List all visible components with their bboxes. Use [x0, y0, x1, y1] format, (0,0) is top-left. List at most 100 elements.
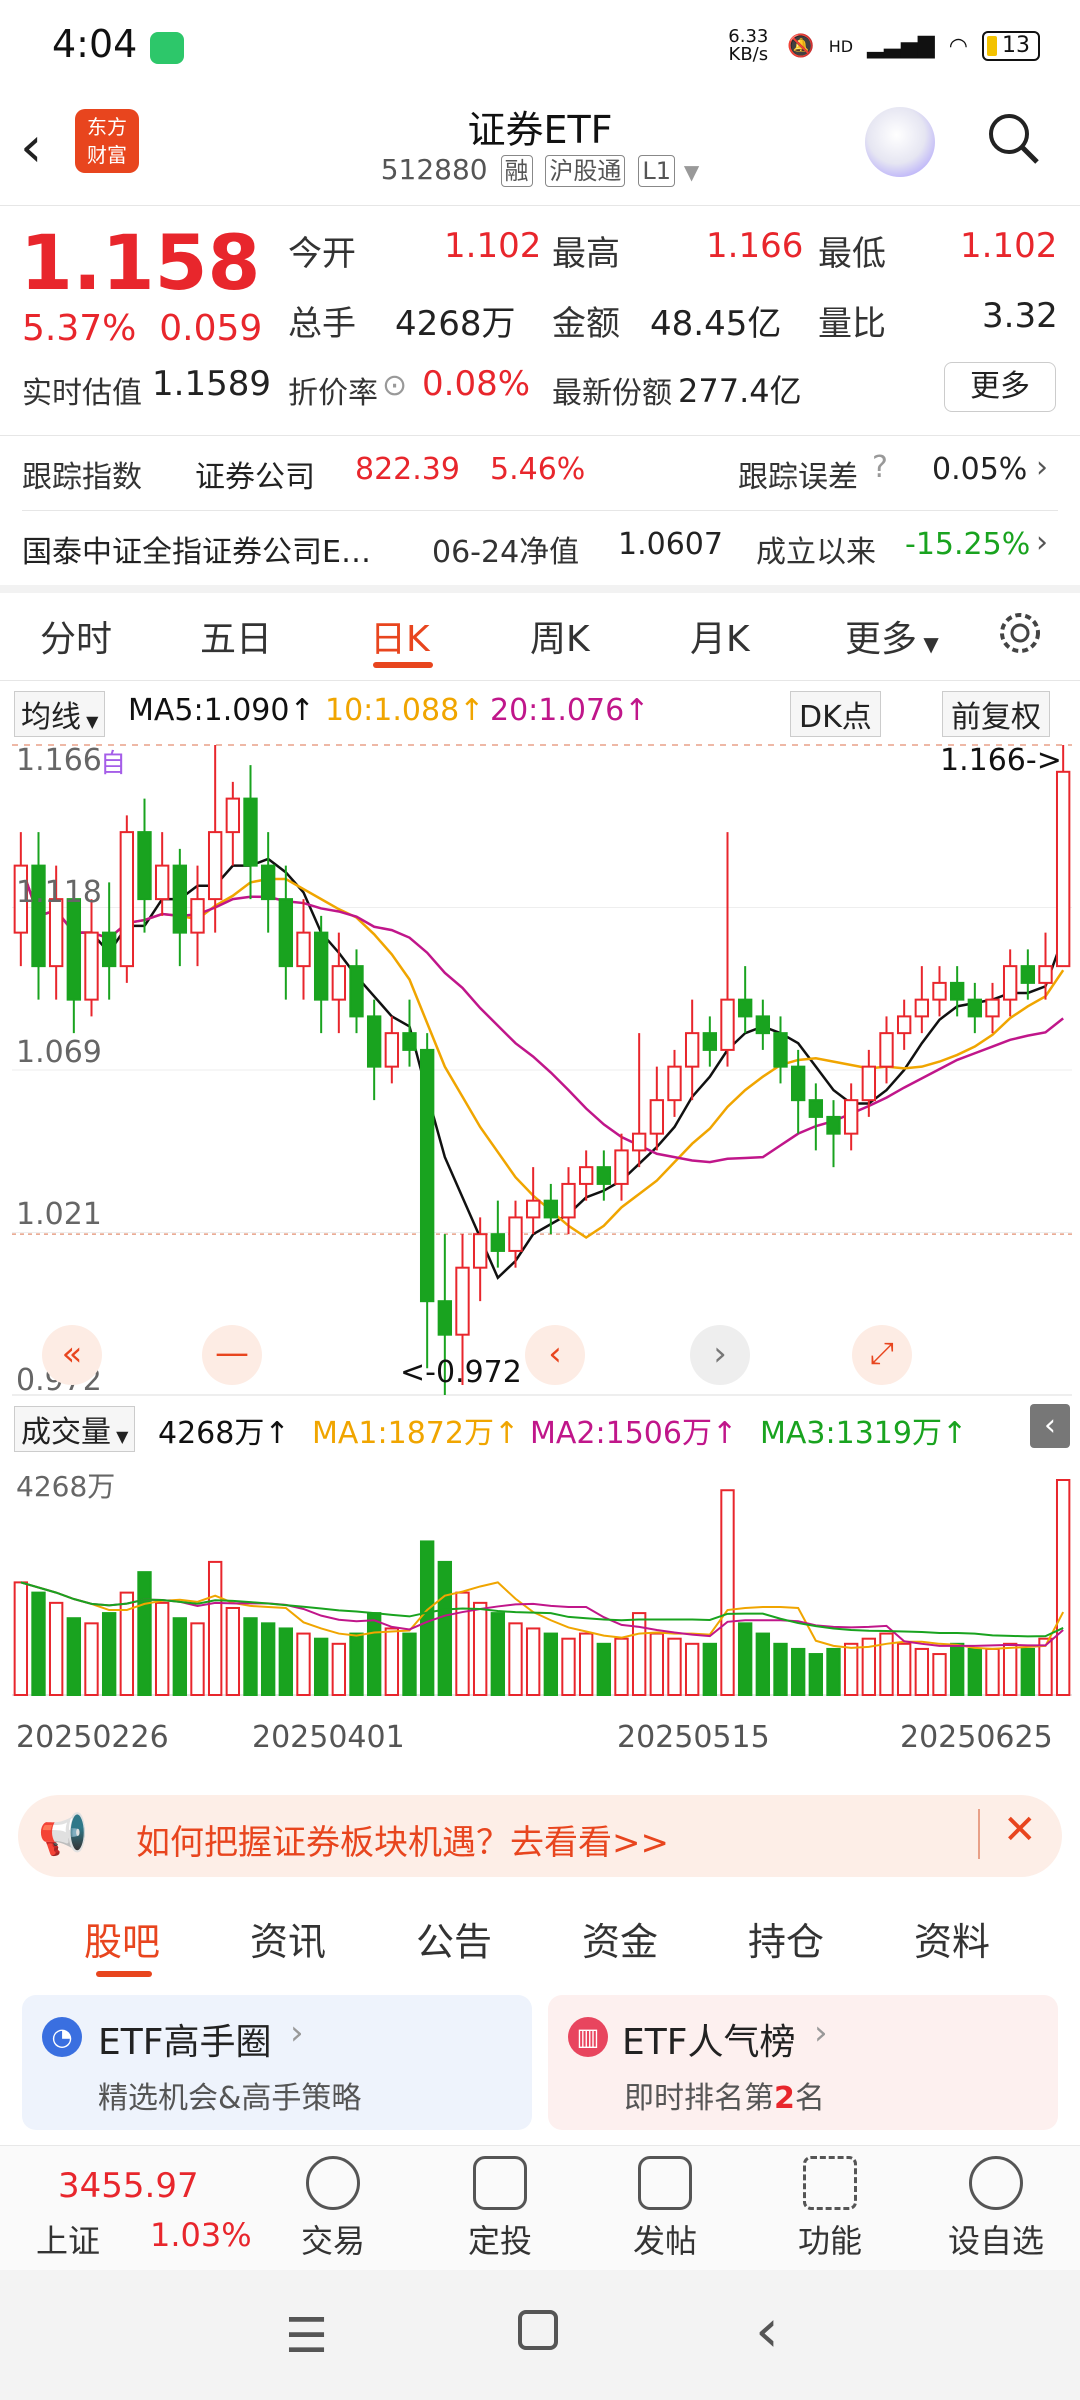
etf-expert-card[interactable]: ◔ ETF高手圈 › 精选机会&高手策略 — [22, 1995, 532, 2130]
volume-bar — [702, 1642, 718, 1696]
tab-profile[interactable]: 资料 — [914, 1911, 990, 1966]
tab-news[interactable]: 资讯 — [250, 1911, 326, 1966]
card-desc: 精选机会&高手策略 — [98, 2081, 362, 2116]
tab-more[interactable]: 更多 ▼ — [845, 610, 939, 662]
fast-back-icon[interactable]: « — [42, 1325, 102, 1385]
nav-invest-plan[interactable]: 定投 — [450, 2156, 550, 2262]
expand-icon[interactable]: ⤢ — [852, 1325, 912, 1385]
candle-body — [225, 797, 241, 834]
kline-chart-area[interactable]: 1.166 自 1.118 1.069 1.021 0.972 1.166-> … — [0, 735, 1080, 1775]
next-icon[interactable]: › — [690, 1325, 750, 1385]
candle-body — [172, 864, 188, 934]
volume-bar — [737, 1622, 753, 1696]
ma-selector-label: 均线 — [21, 700, 81, 735]
period-tabs: 分时 五日 日K 周K 月K 更多 ▼ — [0, 590, 1080, 680]
nav-trade[interactable]: 交易 — [283, 2156, 383, 2262]
candle-body — [472, 1233, 488, 1269]
help-icon[interactable]: ? — [872, 450, 888, 485]
candle-body — [313, 931, 329, 1001]
candle-body — [384, 1032, 400, 1068]
candle-body — [932, 981, 947, 1001]
volume-value-label: 4268万↑ — [158, 1416, 290, 1451]
change-pct: 5.37% — [22, 308, 137, 349]
wechat-icon — [150, 32, 184, 64]
home-icon[interactable] — [518, 2310, 558, 2350]
status-bar: 4:04 6.33 KB/s 🔕 HD ▂▃▅▇ ◠ 13 — [0, 0, 1080, 95]
nav-post[interactable]: 发帖 — [615, 2156, 715, 2262]
close-icon[interactable]: ✕ — [1003, 1807, 1037, 1853]
nav-add-watchlist[interactable]: 设自选 — [946, 2156, 1046, 2262]
candle-body — [896, 1015, 912, 1035]
candle-body — [949, 981, 965, 1001]
tab-forum[interactable]: 股吧 — [84, 1911, 160, 1966]
tab-daily-k[interactable]: 日K — [370, 610, 430, 662]
volume-bar — [243, 1617, 258, 1697]
tab-five-day[interactable]: 五日 — [200, 610, 272, 662]
promo-banner[interactable]: 📢 如何把握证券板块机遇？去看看>> ✕ — [18, 1795, 1062, 1877]
tab-funds[interactable]: 资金 — [582, 1911, 658, 1966]
index-name: 上证 — [36, 2222, 101, 2260]
gear-icon[interactable] — [995, 608, 1045, 658]
volume-bar — [561, 1637, 576, 1697]
volume-bar — [260, 1622, 276, 1696]
tab-weekly-k[interactable]: 周K — [530, 610, 590, 662]
volume-bar — [1020, 1647, 1036, 1697]
dk-point-button[interactable]: DK点 — [790, 691, 881, 737]
kline-chart[interactable] — [0, 735, 1080, 1775]
volume-value: 4268万 — [395, 304, 516, 344]
adjust-button[interactable]: 前复权 — [942, 691, 1050, 737]
prev-icon[interactable]: ‹ — [525, 1325, 585, 1385]
open-label: 今开 — [288, 234, 356, 274]
promo-text[interactable]: 如何把握证券板块机遇？去看看>> — [136, 1815, 669, 1864]
candle-body — [967, 998, 983, 1018]
tab-monthly-k[interactable]: 月K — [690, 610, 750, 662]
search-icon[interactable] — [985, 110, 1041, 166]
volume-bar — [684, 1642, 700, 1696]
candle-body — [755, 1015, 771, 1035]
volume-selector[interactable]: 成交量 ▼ — [14, 1406, 136, 1452]
tab-intraday[interactable]: 分时 — [40, 610, 112, 662]
tab-holdings[interactable]: 持仓 — [748, 1911, 824, 1966]
tracking-row[interactable]: 跟踪指数 证券公司 822.39 5.46% 跟踪误差 ? 0.05% › — [0, 440, 1080, 510]
tab-announcements[interactable]: 公告 — [416, 1911, 492, 1966]
volume-bar — [985, 1647, 1000, 1697]
volume-bar — [490, 1612, 506, 1696]
etf-popularity-card[interactable]: ▥ ETF人气榜 › 即时排名第2名 — [548, 1995, 1058, 2130]
candle-body — [649, 1099, 665, 1135]
since-label: 成立以来 — [756, 535, 876, 570]
volume-bar — [31, 1591, 46, 1696]
more-dots-icon — [969, 2156, 1023, 2210]
self-select-tag: 自 — [100, 749, 127, 779]
menu-icon[interactable]: ☰ — [285, 2308, 328, 2364]
more-button[interactable]: 更多 — [944, 362, 1056, 412]
candle-body — [561, 1182, 576, 1219]
back-nav-icon[interactable]: ‹ — [755, 2296, 779, 2366]
fund-row[interactable]: 国泰中证全指证券公司E… 06-24净值 1.0607 成立以来 -15.25%… — [0, 515, 1080, 585]
collapse-icon[interactable]: ‹ — [1030, 1404, 1070, 1448]
candle-body — [260, 864, 276, 901]
candle-body — [985, 998, 1000, 1018]
volume-bar — [278, 1627, 294, 1697]
info-icon[interactable]: ⊙ — [382, 368, 407, 403]
volume-bar — [1038, 1637, 1053, 1697]
ma-selector[interactable]: 均线 ▼ — [14, 691, 106, 737]
volume-bar — [896, 1642, 912, 1696]
volume-bar — [843, 1642, 859, 1696]
signal-icon: ▂▃▅▇ — [867, 33, 935, 59]
date-label-2: 20250401 — [252, 1720, 405, 1755]
nav-functions[interactable]: 功能 — [780, 2156, 880, 2262]
iopv-label: 实时估值 — [22, 376, 142, 411]
ma10-label: 10:1.088↑ — [325, 693, 485, 728]
volume-bar — [154, 1601, 170, 1696]
volume-bar — [932, 1653, 947, 1696]
market-index-widget[interactable]: 3455.97 上证 1.03% — [0, 2146, 260, 2271]
mute-bell-icon: 🔕 — [787, 33, 815, 59]
zoom-out-icon[interactable]: — — [202, 1325, 262, 1385]
candle-body — [331, 965, 347, 1001]
volume-bar — [402, 1632, 417, 1696]
open-value: 1.102 — [444, 226, 542, 266]
assistant-avatar[interactable] — [865, 107, 935, 177]
candle-body — [790, 1065, 806, 1102]
volume-bar — [137, 1571, 152, 1697]
volume-bar — [1055, 1479, 1071, 1696]
